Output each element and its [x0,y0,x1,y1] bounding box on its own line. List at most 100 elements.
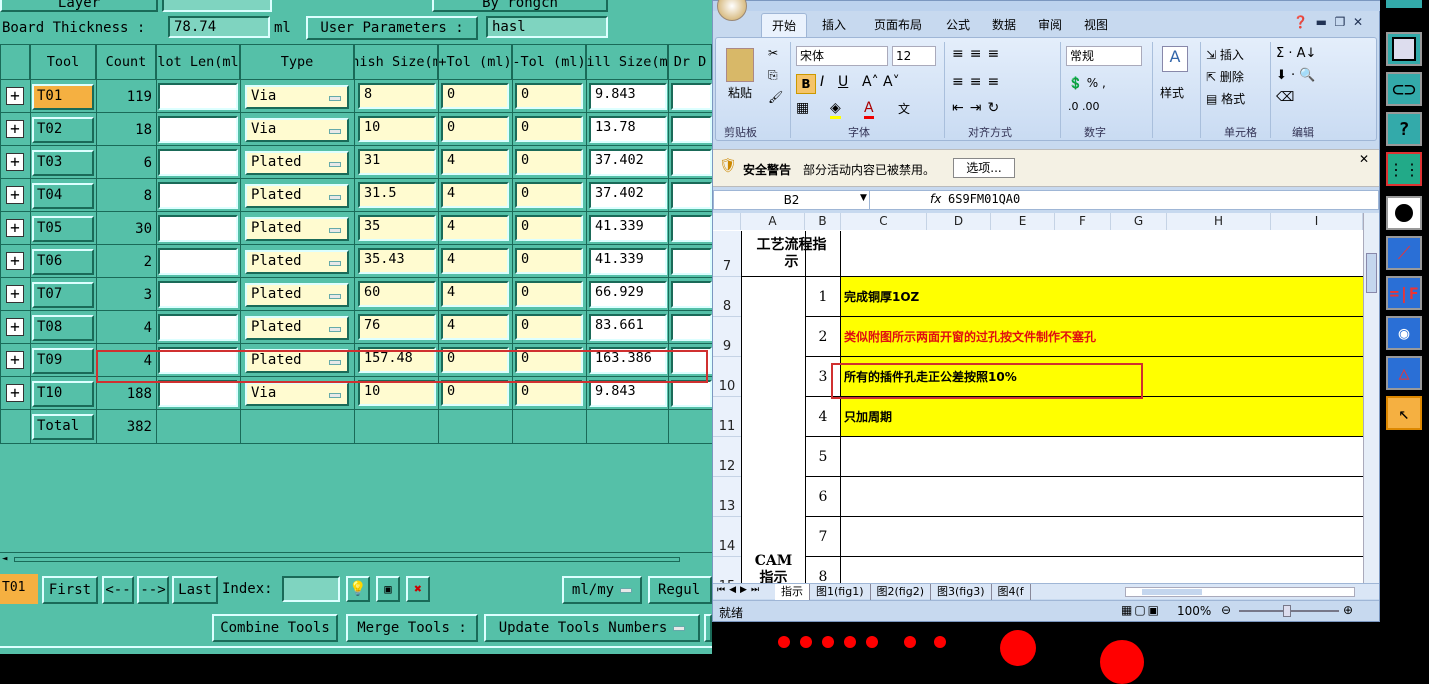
layer-dropdown[interactable]: Layer [0,0,158,12]
row-header[interactable]: 15 [713,557,741,583]
slot-length-input[interactable] [158,380,238,407]
next-button[interactable]: --> [137,576,169,604]
column-header[interactable]: D [927,213,991,230]
name-box-dropdown-icon[interactable]: ▼ [860,193,867,203]
slot-length-input[interactable] [158,248,238,275]
minus-tol-input[interactable]: 0 [515,182,583,208]
plus-tol-input[interactable]: 0 [441,380,509,406]
table-horizontal-scrollbar[interactable]: ◄ [0,552,712,566]
horizontal-align-buttons[interactable]: ≡≡≡ [952,74,1005,90]
drill-d-input[interactable] [671,149,712,176]
minus-tol-input[interactable]: 0 [515,248,583,274]
plus-tol-input[interactable]: 0 [441,116,509,142]
styles-icon[interactable]: A [1162,46,1188,72]
zoom-out-icon[interactable]: ⊖ [1221,603,1231,617]
delete-cells-button[interactable]: ⇱ 删除 [1206,68,1244,85]
zoom-slider[interactable] [1239,605,1339,617]
column-header[interactable]: B [805,213,841,230]
number-cell[interactable]: 1 [805,277,841,317]
row-header[interactable]: 8 [713,277,741,317]
ribbon-tab[interactable]: 审阅 [1027,13,1073,37]
route-icon[interactable]: ⊂⊃ [1386,72,1422,106]
format-cells-button[interactable]: ▤ 格式 [1206,90,1245,107]
ribbon-tab[interactable]: 公式 [935,13,981,37]
clear-icon[interactable]: ⌫ [1276,90,1294,105]
type-dropdown[interactable]: Plated [245,184,349,208]
tool-button[interactable]: T02 [32,117,94,143]
prev-button[interactable]: <-- [102,576,134,604]
instruction-cell[interactable] [841,557,1363,583]
first-button[interactable]: First [42,576,98,604]
number-cell[interactable]: 7 [805,517,841,557]
zoom-in-icon[interactable]: ⊕ [1343,603,1353,617]
name-box[interactable]: B2 [714,191,870,209]
sheet-tab[interactable]: 图2(fig2) [871,584,931,600]
office-button-icon[interactable] [717,0,747,21]
sheet-tab[interactable]: 指示 [775,584,810,600]
plus-tol-input[interactable]: 4 [441,281,509,307]
paste-icon[interactable] [726,48,754,82]
row-header[interactable]: 14 [713,517,741,557]
slot-length-input[interactable] [158,83,238,110]
finish-size-input[interactable]: 31 [358,149,436,175]
column-header[interactable]: F [1055,213,1111,230]
finish-size-input[interactable]: 35 [358,215,436,241]
drill-tool-icon[interactable]: ⋮⋮ [1386,152,1422,186]
sheet-tab[interactable]: 图1(fig1) [810,584,871,600]
slot-length-input[interactable] [158,281,238,308]
row-header[interactable]: 11 [713,397,741,437]
ribbon-tab[interactable]: 开始 [761,13,807,37]
currency-percent-buttons[interactable]: 💲 % , [1068,76,1106,90]
number-format-select[interactable]: 常规 [1066,46,1142,66]
type-dropdown[interactable]: Via [245,85,349,109]
connect-icon[interactable]: ⟋ [1386,236,1422,270]
formula-content[interactable]: 6S9FM01QA0 [948,192,1020,206]
minus-tol-input[interactable]: 0 [515,116,583,142]
tool-button[interactable]: T03 [32,150,94,176]
column-header[interactable]: A [741,213,805,230]
tool-button[interactable]: T06 [32,249,94,275]
minus-tol-input[interactable]: 0 [515,314,583,340]
number-cell[interactable]: 8 [805,557,841,583]
help-icon[interactable]: ❓ [1293,15,1308,29]
ribbon-tab[interactable]: 视图 [1073,13,1119,37]
options-button[interactable]: 选项... [953,158,1015,178]
drill-size-input[interactable]: 41.339 [589,248,667,275]
minus-tol-input[interactable]: 0 [515,215,583,241]
drill-d-input[interactable] [671,380,712,407]
finish-size-input[interactable]: 60 [358,281,436,307]
finish-size-input[interactable]: 10 [358,380,436,406]
border-button[interactable]: ▦ [796,100,809,116]
underline-button[interactable]: U [838,74,848,90]
row-header[interactable]: 10 [713,357,741,397]
board-thickness-input[interactable]: 78.74 [168,16,270,38]
slot-length-input[interactable] [158,314,238,341]
plus-tol-input[interactable]: 4 [441,182,509,208]
slot-length-input[interactable] [158,116,238,143]
instruction-cell[interactable] [841,437,1363,477]
type-dropdown[interactable]: Plated [245,283,349,307]
fx-icon[interactable]: fx [930,192,941,206]
drill-size-input[interactable]: 37.402 [589,182,667,209]
bulb-icon[interactable]: 💡 [346,576,370,602]
minus-tol-input[interactable]: 0 [515,83,583,109]
type-dropdown[interactable]: Plated [245,217,349,241]
user-parameters-button[interactable]: User Parameters : [306,16,478,40]
copy-icon[interactable]: ⎘ [768,68,778,83]
vertical-scrollbar[interactable] [1363,213,1379,583]
plus-tol-input[interactable]: 4 [441,314,509,340]
corner-cell[interactable] [713,213,741,230]
fill-icon[interactable]: ⬇ · 🔍 [1276,68,1315,83]
expand-icon[interactable]: + [6,285,24,303]
layout-icon[interactable] [1386,32,1422,66]
phonetic-button[interactable]: 文 [898,100,910,117]
sheet-tab[interactable]: 图3(fig3) [931,584,992,600]
vertical-align-buttons[interactable]: ≡≡≡ [952,46,1005,62]
expand-icon[interactable]: + [6,120,24,138]
drill-size-input[interactable]: 66.929 [589,281,667,308]
help-question-icon[interactable]: ? [1386,112,1422,146]
close-icon[interactable]: ✕ [1353,15,1363,29]
ribbon-tab[interactable]: 插入 [807,13,861,37]
instruction-cell[interactable] [841,231,1363,277]
decimal-buttons[interactable]: .0 .00 [1068,100,1100,113]
